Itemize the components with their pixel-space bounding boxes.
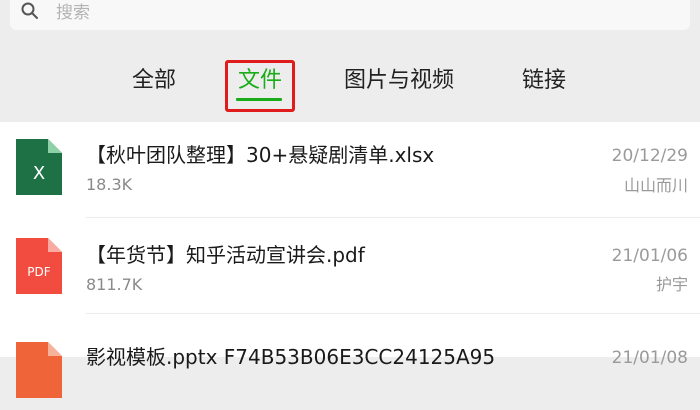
search-icon xyxy=(21,2,38,19)
file-name: 影视模板.pptx F74B53B06E3CC24125A95 xyxy=(86,345,496,369)
tab-images-videos[interactable]: 图片与视频 xyxy=(344,66,454,96)
file-size: 811.7K xyxy=(86,275,143,294)
pdf-file-icon: PDF xyxy=(16,238,62,294)
file-row[interactable]: PDF 【年货节】知乎活动宣讲会.pdf 811.7K 21/01/06 护宇 xyxy=(0,218,700,314)
file-name: 【秋叶团队整理】30+悬疑剧清单.xlsx xyxy=(86,143,435,167)
file-row[interactable]: 影视模板.pptx F74B53B06E3CC24125A95 21/01/08 xyxy=(0,314,700,410)
file-size: 18.3K xyxy=(86,175,133,194)
highlight-box xyxy=(225,60,295,112)
file-date: 21/01/06 xyxy=(611,246,688,266)
file-date: 21/01/08 xyxy=(611,348,688,368)
tab-all[interactable]: 全部 xyxy=(132,66,176,96)
search-box[interactable]: 搜索 xyxy=(10,0,690,30)
file-sender: 护宇 xyxy=(655,275,688,294)
excel-icon-label: X xyxy=(33,163,45,184)
tab-bar: 全部 文件 图片与视频 链接 xyxy=(0,56,700,116)
file-row[interactable]: X 【秋叶团队整理】30+悬疑剧清单.xlsx 18.3K 20/12/29 山… xyxy=(0,122,700,218)
search-placeholder: 搜索 xyxy=(56,3,90,23)
file-name: 【年货节】知乎活动宣讲会.pdf xyxy=(86,243,365,267)
tab-links[interactable]: 链接 xyxy=(522,66,566,96)
file-list: X 【秋叶团队整理】30+悬疑剧清单.xlsx 18.3K 20/12/29 山… xyxy=(0,122,700,398)
pdf-icon-label: PDF xyxy=(27,265,50,279)
file-sender: 山山而川 xyxy=(623,176,688,195)
excel-file-icon: X xyxy=(16,139,62,195)
top-area: 搜索 全部 文件 图片与视频 链接 xyxy=(0,0,700,122)
file-date: 20/12/29 xyxy=(611,146,688,166)
pptx-file-icon xyxy=(16,342,62,398)
